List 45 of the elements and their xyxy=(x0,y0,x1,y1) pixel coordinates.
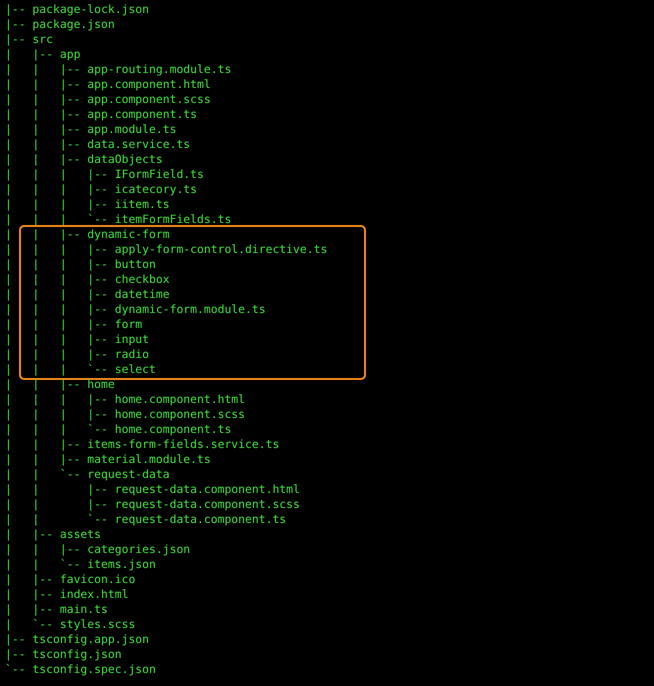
terminal-line: | |-- main.ts xyxy=(5,602,108,616)
terminal-line: | | |-- request-data.component.html xyxy=(5,482,300,496)
terminal-line: | | `-- request-data xyxy=(5,467,170,481)
terminal-line: | | |-- items-form-fields.service.ts xyxy=(5,437,280,451)
terminal-line: | |-- app xyxy=(5,47,80,61)
terminal-line: |-- tsconfig.app.json xyxy=(5,632,150,646)
terminal-line: | |-- favicon.ico xyxy=(5,572,136,586)
terminal-line: | | | |-- iitem.ts xyxy=(5,197,170,211)
terminal-line: | | |-- data.service.ts xyxy=(5,137,190,151)
terminal-line: | | |-- categories.json xyxy=(5,542,190,556)
terminal-line: |-- tsconfig.json xyxy=(5,647,122,661)
terminal-line: | | | `-- home.component.ts xyxy=(5,422,232,436)
terminal-line: | |-- assets xyxy=(5,527,102,541)
terminal-line: | | | |-- checkbox xyxy=(5,272,170,286)
terminal-line: |-- package-lock.json xyxy=(5,2,150,16)
terminal-line: | | |-- dataObjects xyxy=(5,152,163,166)
terminal-line: |-- src xyxy=(5,32,54,46)
terminal-line: | | | |-- IFormField.ts xyxy=(5,167,204,181)
terminal-line: | | |-- app.component.html xyxy=(5,77,211,91)
terminal-line: | | | |-- icatecory.ts xyxy=(5,182,198,196)
terminal-line: | | |-- home xyxy=(5,377,115,391)
terminal-line: | | |-- app.module.ts xyxy=(5,122,176,136)
terminal-line: | | |-- app.component.scss xyxy=(5,92,211,106)
terminal-line: | | | |-- home.component.scss xyxy=(5,407,246,421)
terminal-line: `-- tsconfig.spec.json xyxy=(5,662,156,676)
terminal-line: | | | |-- dynamic-form.module.ts xyxy=(5,302,266,316)
terminal-line: | | | |-- datetime xyxy=(5,287,170,301)
terminal-line: | | | |-- button xyxy=(5,257,156,271)
terminal-line: | | |-- dynamic-form xyxy=(5,227,170,241)
terminal-line: | | | `-- itemFormFields.ts xyxy=(5,212,232,226)
terminal-line: | | |-- material.module.ts xyxy=(5,452,211,466)
terminal-line: | | |-- app-routing.module.ts xyxy=(5,62,232,76)
terminal-line: |-- package.json xyxy=(5,17,115,31)
terminal-line: | | | `-- select xyxy=(5,362,156,376)
terminal-line: | | |-- request-data.component.scss xyxy=(5,497,300,511)
terminal-line: | | | |-- home.component.html xyxy=(5,392,246,406)
terminal-line: | | | |-- form xyxy=(5,317,142,331)
terminal-line: | | `-- request-data.component.ts xyxy=(5,512,286,526)
terminal-line: | `-- styles.scss xyxy=(5,617,136,631)
terminal-line: | | | |-- apply-form-control.directive.ts xyxy=(5,242,328,256)
terminal-line: | | |-- app.component.ts xyxy=(5,107,198,121)
terminal-line: | | | |-- radio xyxy=(5,347,150,361)
terminal-line: | | | |-- input xyxy=(5,332,150,346)
terminal-line: | |-- index.html xyxy=(5,587,128,601)
terminal-line: | | `-- items.json xyxy=(5,557,156,571)
